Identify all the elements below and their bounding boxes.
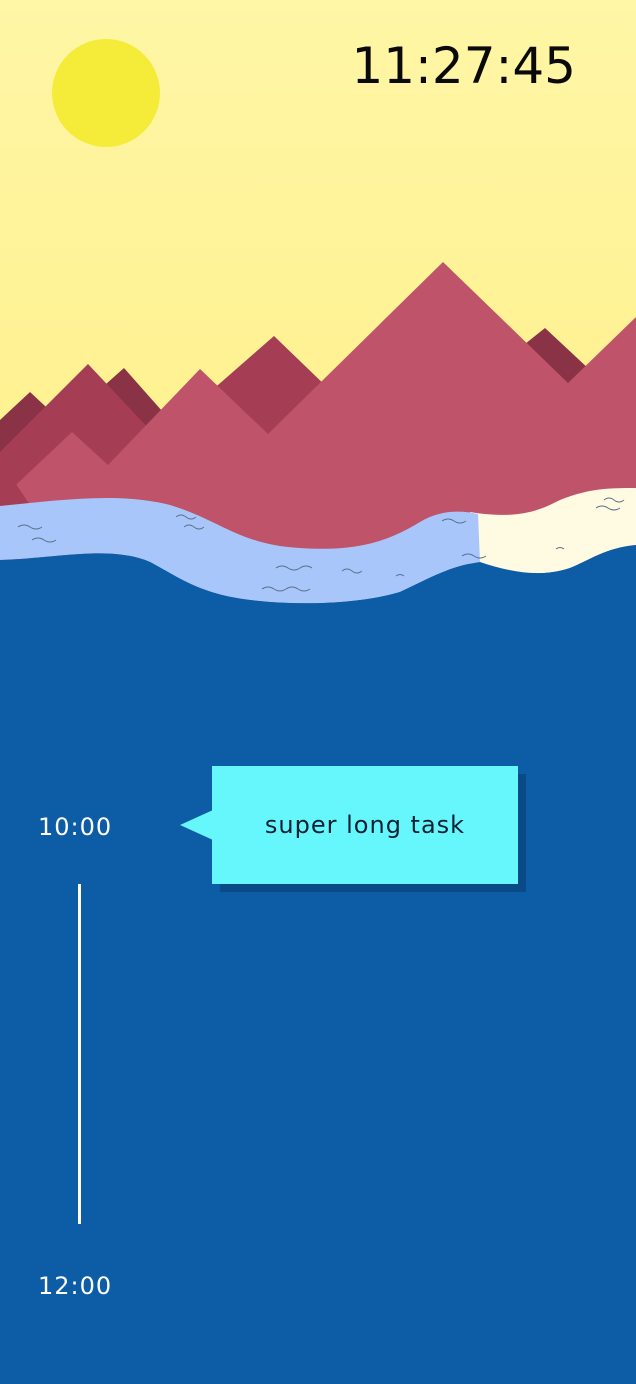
water-body (0, 545, 636, 1384)
task-card[interactable]: super long task (180, 766, 526, 892)
app-screen: 11:27:45 10:00 12:00 super long task (0, 0, 636, 1384)
timeline-start-time: 10:00 (38, 813, 113, 841)
landscape-scene (0, 0, 636, 1384)
sun-icon (52, 39, 160, 147)
task-title[interactable]: super long task (212, 766, 518, 884)
clock-display: 11:27:45 (351, 37, 576, 95)
timeline-end-time: 12:00 (38, 1272, 113, 1300)
task-card-pointer (180, 810, 213, 840)
task-duration-line (78, 884, 81, 1224)
